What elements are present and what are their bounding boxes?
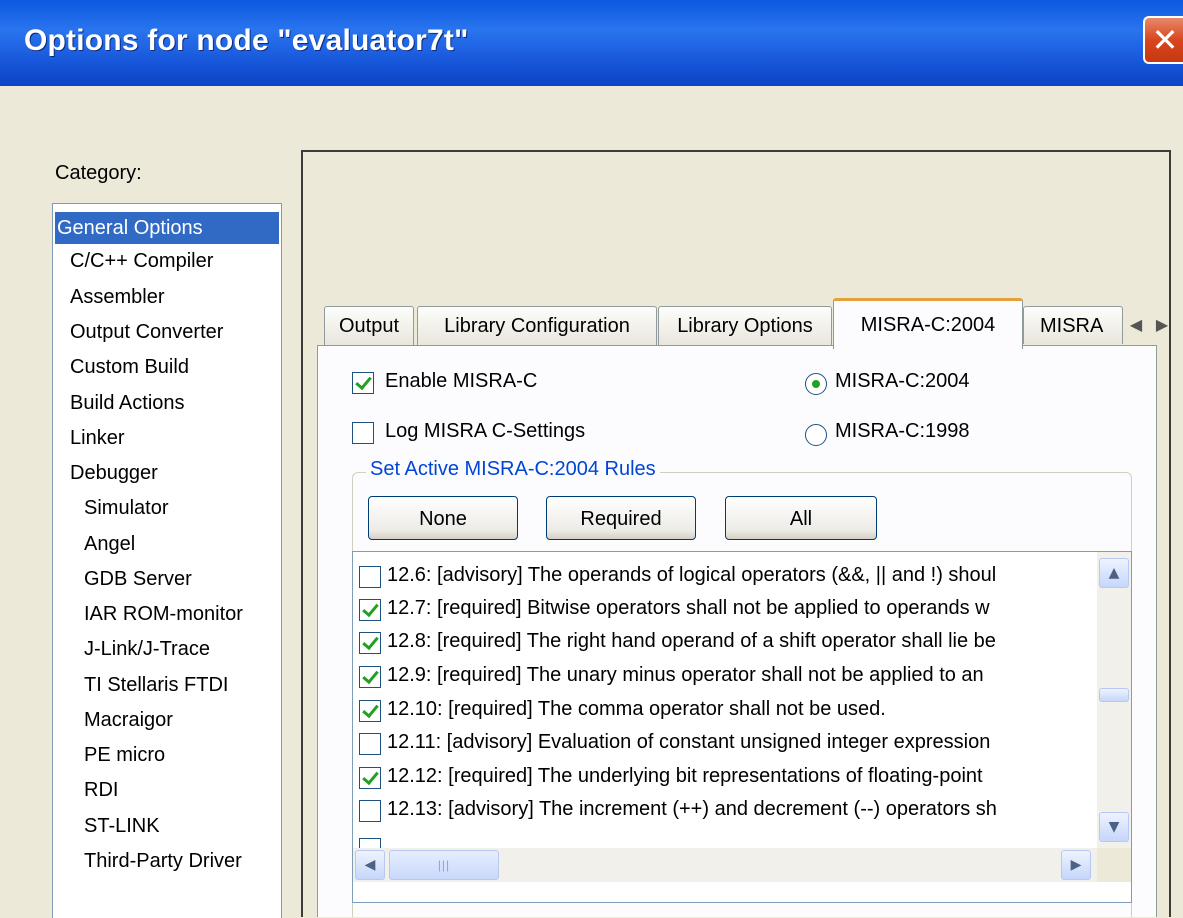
window-title: Options for node "evaluator7t" xyxy=(24,24,469,57)
category-item-angel[interactable]: Angel xyxy=(84,533,135,556)
none-button[interactable]: None xyxy=(368,496,518,540)
category-item-debugger[interactable]: Debugger xyxy=(70,462,158,485)
category-item-third-party-driver[interactable]: Third-Party Driver xyxy=(84,850,242,873)
rule-checkbox[interactable] xyxy=(359,700,381,722)
category-item-jlink-jtrace[interactable]: J-Link/J-Trace xyxy=(84,638,210,661)
scroll-right-icon[interactable]: ▶ xyxy=(1061,850,1091,880)
category-item-st-link[interactable]: ST-LINK xyxy=(84,815,160,838)
required-button[interactable]: Required xyxy=(546,496,696,540)
rule-checkbox[interactable] xyxy=(359,800,381,822)
misra-1998-label: MISRA-C:1998 xyxy=(835,420,970,442)
scroll-up-icon[interactable]: ▲ xyxy=(1099,558,1129,588)
rule-text: 12.13: [advisory] The increment (++) and… xyxy=(387,798,997,820)
close-button[interactable]: ✕ xyxy=(1143,16,1183,64)
category-item-iar-rom-monitor[interactable]: IAR ROM-monitor xyxy=(84,603,243,626)
category-item-output-converter[interactable]: Output Converter xyxy=(70,321,223,344)
category-item-macraigor[interactable]: Macraigor xyxy=(84,709,173,732)
scroll-thumb-horizontal[interactable]: ||| xyxy=(389,850,499,880)
tab-library-options[interactable]: Library Options xyxy=(658,306,832,345)
rule-checkbox[interactable] xyxy=(359,599,381,621)
category-label: Category: xyxy=(55,162,142,184)
rule-checkbox[interactable] xyxy=(359,767,381,789)
tab-misra-c-2004[interactable]: MISRA-C:2004 xyxy=(833,298,1023,349)
category-list: General Options C/C++ Compiler Assembler… xyxy=(52,203,282,918)
rule-checkbox[interactable] xyxy=(359,733,381,755)
category-item-build-actions[interactable]: Build Actions xyxy=(70,392,185,415)
tab-misra-c-1998[interactable]: MISRA xyxy=(1023,306,1123,344)
misra-2004-radio[interactable] xyxy=(805,373,827,395)
category-item-pe-micro[interactable]: PE micro xyxy=(84,744,165,767)
category-item-ti-stellaris-ftdi[interactable]: TI Stellaris FTDI xyxy=(84,674,228,697)
rule-text: 12.7: [required] Bitwise operators shall… xyxy=(387,597,990,619)
rule-text: 12.12: [required] The underlying bit rep… xyxy=(387,765,983,787)
scroll-left-icon[interactable]: ◀ xyxy=(355,850,385,880)
rule-text: 12.11: [advisory] Evaluation of constant… xyxy=(387,731,991,753)
category-item-linker[interactable]: Linker xyxy=(70,427,124,450)
rule-text: 12.6: [advisory] The operands of logical… xyxy=(387,564,997,586)
category-item-rdi[interactable]: RDI xyxy=(84,779,118,802)
enable-misra-checkbox[interactable] xyxy=(352,372,374,394)
category-item-gdb-server[interactable]: GDB Server xyxy=(84,568,192,591)
rule-checkbox[interactable] xyxy=(359,666,381,688)
misra-2004-label: MISRA-C:2004 xyxy=(835,370,970,392)
category-item-assembler[interactable]: Assembler xyxy=(70,286,164,309)
scroll-down-icon[interactable]: ▼ xyxy=(1099,812,1129,842)
tab-scroll-left-icon[interactable]: ◀ xyxy=(1124,311,1148,339)
rule-text: 12.9: [required] The unary minus operato… xyxy=(387,664,984,686)
rule-text: 12.10: [required] The comma operator sha… xyxy=(387,698,886,720)
enable-misra-label: Enable MISRA-C xyxy=(385,370,538,392)
rules-horizontal-scrollbar[interactable]: ◀ ||| ▶ xyxy=(353,848,1097,882)
category-item-general-options[interactable]: General Options xyxy=(55,212,279,244)
rule-text: 12.8: [required] The right hand operand … xyxy=(387,630,996,652)
misra-1998-radio[interactable] xyxy=(805,424,827,446)
category-item-custom-build[interactable]: Custom Build xyxy=(70,356,189,379)
all-button[interactable]: All xyxy=(725,496,877,540)
active-rules-group-title: Set Active MISRA-C:2004 Rules xyxy=(366,458,660,481)
close-icon: ✕ xyxy=(1151,21,1179,59)
category-item-c-compiler[interactable]: C/C++ Compiler xyxy=(70,250,213,273)
log-misra-settings-checkbox[interactable] xyxy=(352,422,374,444)
tab-scroll-buttons: ◀ ▶ xyxy=(1124,311,1176,339)
rules-vertical-scrollbar[interactable]: ▲ ▼ xyxy=(1097,552,1131,848)
tab-scroll-right-icon[interactable]: ▶ xyxy=(1150,311,1174,339)
rule-checkbox[interactable] xyxy=(359,566,381,588)
rule-checkbox[interactable] xyxy=(359,632,381,654)
scrollbar-corner xyxy=(1097,848,1131,882)
tab-library-configuration[interactable]: Library Configuration xyxy=(417,306,657,345)
log-misra-settings-label: Log MISRA C-Settings xyxy=(385,420,586,442)
title-bar: Options for node "evaluator7t" ✕ xyxy=(0,0,1183,86)
tab-output[interactable]: Output xyxy=(324,306,414,345)
category-item-simulator[interactable]: Simulator xyxy=(84,497,168,520)
scroll-thumb-vertical[interactable] xyxy=(1099,688,1129,702)
